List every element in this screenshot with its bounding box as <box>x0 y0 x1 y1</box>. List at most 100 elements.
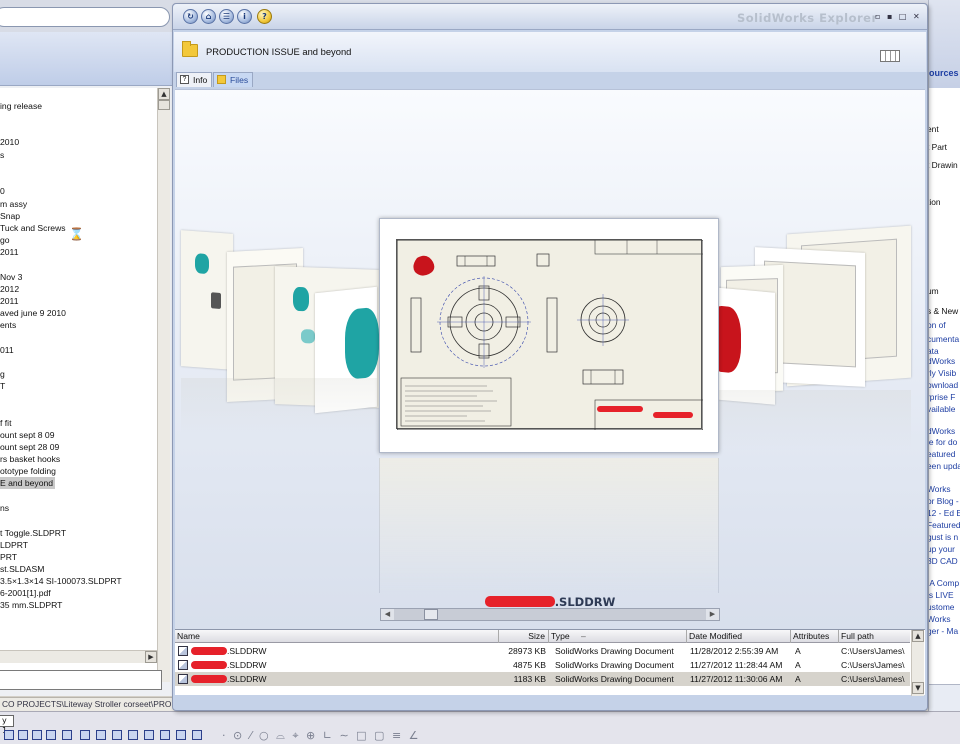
task-pane-link[interactable]: ent <box>929 124 939 134</box>
file-list-scrollbar[interactable]: ▲ ▼ <box>911 630 924 696</box>
datum-target-icon[interactable] <box>192 730 202 740</box>
tree-item[interactable]: 35 mm.SLDPRT <box>0 599 62 611</box>
tree-item[interactable]: 6-2001[1].pdf <box>0 587 51 599</box>
spell-check-icon[interactable] <box>32 730 42 740</box>
task-pane-link[interactable]: s & New <box>929 306 958 316</box>
table-row[interactable]: .SLDDRW 1183 KB SolidWorks Drawing Documen… <box>175 672 910 686</box>
coverflow-slider[interactable]: ◀ ▶ <box>380 608 720 621</box>
coverflow-preview[interactable]: .SLDDRW ◀ ▶ <box>175 89 925 629</box>
file-tree-vertical-scrollbar[interactable]: ▲ ▼ <box>157 88 170 719</box>
task-pane-link[interactable]: gust is n <box>929 532 958 542</box>
scroll-down-icon[interactable]: ▼ <box>912 682 924 694</box>
background-address-field[interactable] <box>0 7 170 27</box>
tree-item[interactable]: go <box>0 234 10 246</box>
tree-item[interactable]: ototype folding <box>0 465 56 477</box>
column-full-path[interactable]: Full path <box>839 630 910 643</box>
task-pane-link[interactable]: 12 - Ed E <box>929 508 960 518</box>
table-row[interactable]: .SLDDRW 28973 KB SolidWorks Drawing Docume… <box>175 644 910 658</box>
tree-item[interactable]: rs basket hooks <box>0 453 60 465</box>
tree-item[interactable]: ns <box>0 502 9 514</box>
tree-item[interactable]: ents <box>0 319 16 331</box>
task-pane-link[interactable]: eatured <box>929 449 955 459</box>
help-icon[interactable]: ? <box>257 9 272 24</box>
tree-item[interactable]: ount sept 28 09 <box>0 441 59 453</box>
tree-item[interactable]: E and beyond <box>0 477 56 489</box>
home-icon[interactable]: ⌂ <box>201 9 216 24</box>
weld-symbol-icon[interactable] <box>128 730 138 740</box>
tree-item[interactable]: T <box>0 380 5 392</box>
task-pane-link[interactable]: Works <box>929 614 951 624</box>
tree-item[interactable]: LDPRT <box>0 539 28 551</box>
tree-item[interactable]: m assy <box>0 198 27 210</box>
tree-item[interactable]: ount sept 8 09 <box>0 429 54 441</box>
note-icon[interactable] <box>62 730 72 740</box>
balloon-icon[interactable] <box>80 730 90 740</box>
tree-item[interactable]: 011 <box>0 344 14 356</box>
tree-item[interactable]: 2010 <box>0 136 19 148</box>
column-size[interactable]: Size <box>499 630 549 643</box>
tree-item[interactable]: st.SLDASM <box>0 563 44 575</box>
file-tree-search-input[interactable] <box>0 670 162 690</box>
info-icon[interactable]: i <box>237 9 252 24</box>
geometric-tolerance-icon[interactable] <box>160 730 170 740</box>
tab-info[interactable]: ? Info <box>176 72 212 87</box>
surface-finish-icon[interactable] <box>112 730 122 740</box>
view-toggle-icon[interactable] <box>880 50 900 62</box>
coverflow-card[interactable] <box>709 287 775 405</box>
bottom-tab[interactable]: y 1 <box>0 715 14 735</box>
scroll-up-icon[interactable]: ▲ <box>158 88 170 100</box>
tab-files[interactable]: Files <box>213 72 253 87</box>
tree-item[interactable]: t Toggle.SLDPRT <box>0 527 66 539</box>
slider-right-icon[interactable]: ▶ <box>706 609 719 620</box>
task-pane-link[interactable]: le for do <box>929 437 957 447</box>
window-controls[interactable]: ▫ ▪ □ ✕ <box>875 12 922 21</box>
task-pane-link[interactable]: dWorks <box>929 426 955 436</box>
task-pane-link[interactable]: een upda <box>929 461 960 471</box>
task-pane-link[interactable]: ger - Ma <box>929 626 958 636</box>
model-items-icon[interactable] <box>18 730 28 740</box>
coverflow-card[interactable] <box>181 230 233 370</box>
task-pane-link[interactable]: dWorks <box>929 356 955 366</box>
task-pane-link[interactable]: tion <box>929 197 941 207</box>
task-pane-link[interactable]: vailable <box>929 404 955 414</box>
task-pane-link[interactable]: Featured <box>929 520 960 530</box>
scroll-up-icon[interactable]: ▲ <box>912 630 924 642</box>
tree-item[interactable]: 3.5×1.3×14 SI-100073.SLDPRT <box>0 575 122 587</box>
table-row[interactable]: .SLDDRW 4875 KB SolidWorks Drawing Documen… <box>175 658 910 672</box>
task-pane-link[interactable]: 3D CAD <box>929 556 958 566</box>
format-painter-icon[interactable] <box>46 730 56 740</box>
tree-item[interactable]: ing release <box>0 100 42 112</box>
task-pane-link[interactable]: um <box>929 286 939 296</box>
tree-item[interactable]: 2011 <box>0 246 18 258</box>
task-pane-link[interactable]: l <box>928 250 929 260</box>
tree-item[interactable]: 0 <box>0 185 5 197</box>
tree-item[interactable]: 2012 <box>0 283 19 295</box>
task-pane-link[interactable]: ata <box>929 346 939 356</box>
scroll-thumb[interactable] <box>158 100 170 110</box>
auto-balloon-icon[interactable] <box>96 730 106 740</box>
tree-item[interactable]: f fit <box>0 417 11 429</box>
tree-item[interactable]: Nov 3 <box>0 271 22 283</box>
task-pane-link[interactable]: or Blog - <box>929 496 959 506</box>
task-pane-link[interactable]: cumenta <box>929 334 959 344</box>
refresh-icon[interactable]: ↻ <box>183 9 198 24</box>
current-drawing-preview[interactable] <box>379 218 719 453</box>
tree-item[interactable]: aved june 9 2010 <box>0 307 66 319</box>
slider-thumb[interactable] <box>424 609 438 620</box>
tree-item[interactable]: g <box>0 368 5 380</box>
task-pane-link[interactable]: is LIVE <box>929 590 954 600</box>
smart-dimension-icon[interactable] <box>4 730 14 740</box>
task-pane-link[interactable]: rprise F <box>929 392 955 402</box>
column-attributes[interactable]: Attributes <box>791 630 839 643</box>
column-type[interactable]: Type – <box>549 630 687 643</box>
task-pane-link[interactable]: ownload <box>929 380 958 390</box>
tree-item[interactable]: Tuck and Screws <box>0 222 66 234</box>
options-icon[interactable]: ☰ <box>219 9 234 24</box>
column-date-modified[interactable]: Date Modified <box>687 630 791 643</box>
column-name[interactable]: Name <box>175 630 499 643</box>
task-pane-link[interactable]: ustome <box>929 602 954 612</box>
sketch-tools-icon[interactable]: · ⊙ ⁄ ○ ⌓ ⌖ ⊕ ∟ ∼ □ ▢ ≡ ∠ <box>222 729 421 743</box>
slider-left-icon[interactable]: ◀ <box>381 609 394 620</box>
tree-item[interactable]: 2011 <box>0 295 18 307</box>
window-titlebar[interactable]: ↻ ⌂ ☰ i ? SolidWorks Explorer ▫ ▪ □ ✕ <box>173 4 927 30</box>
